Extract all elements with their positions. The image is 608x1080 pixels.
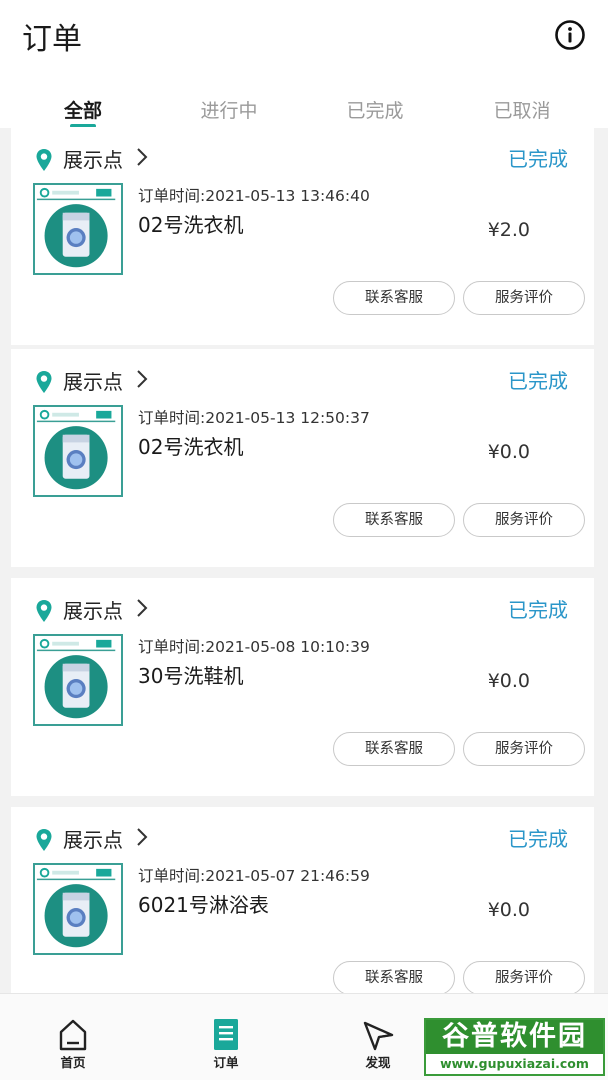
machine-name: 02号洗衣机: [138, 213, 244, 237]
machine-name: 6021号淋浴表: [138, 893, 269, 917]
nav-orders[interactable]: 订单: [176, 994, 276, 1080]
contact-service-button[interactable]: 联系客服: [333, 503, 455, 537]
rate-service-button[interactable]: 服务评价: [463, 732, 585, 766]
washing-machine-icon: [36, 866, 116, 948]
order-status: 已完成: [508, 147, 568, 171]
machine-thumbnail: [33, 183, 123, 275]
store-name[interactable]: 展示点: [63, 824, 123, 853]
site-watermark: 谷普软件园 www.gupuxiazai.com: [424, 1018, 605, 1076]
washing-machine-icon: [36, 408, 116, 490]
nav-home[interactable]: 首页: [23, 994, 123, 1080]
contact-service-button[interactable]: 联系客服: [333, 961, 455, 995]
nav-discover-label: 发现: [365, 1055, 391, 1070]
contact-service-button[interactable]: 联系客服: [333, 281, 455, 315]
tab-all-label: 全部: [63, 100, 102, 122]
watermark-title: 谷普软件园: [426, 1020, 603, 1054]
machine-thumbnail: [33, 405, 123, 497]
order-status: 已完成: [508, 598, 568, 622]
order-card[interactable]: 展示点 已完成 订单时间:2021-05-13 12:50:37 02号洗衣机 …: [11, 349, 594, 567]
washing-machine-icon: [36, 186, 116, 268]
nav-home-label: 首页: [60, 1055, 86, 1070]
store-name[interactable]: 展示点: [63, 144, 123, 173]
contact-service-button[interactable]: 联系客服: [333, 732, 455, 766]
discover-send-icon: [363, 1021, 394, 1051]
order-tabs: 全部 进行中 已完成 已取消: [0, 78, 608, 128]
nav-discover[interactable]: 发现: [328, 994, 428, 1080]
chevron-right-icon[interactable]: [135, 597, 149, 619]
order-time: 订单时间:2021-05-13 12:50:37: [138, 409, 370, 427]
chevron-right-icon[interactable]: [135, 368, 149, 390]
machine-name: 30号洗鞋机: [138, 664, 244, 688]
store-name[interactable]: 展示点: [63, 366, 123, 395]
rate-service-button[interactable]: 服务评价: [463, 281, 585, 315]
rate-service-button[interactable]: 服务评价: [463, 503, 585, 537]
location-pin-icon: [36, 600, 52, 622]
nav-orders-label: 订单: [213, 1055, 239, 1070]
machine-thumbnail: [33, 863, 123, 955]
tab-in-progress-label: 进行中: [200, 100, 258, 122]
order-time: 订单时间:2021-05-07 21:46:59: [138, 867, 370, 885]
watermark-url: www.gupuxiazai.com: [440, 1056, 589, 1071]
rate-service-button[interactable]: 服务评价: [463, 961, 585, 995]
chevron-right-icon[interactable]: [135, 826, 149, 848]
chevron-right-icon[interactable]: [135, 146, 149, 168]
app-header: 订单: [0, 0, 608, 78]
order-list-icon: [214, 1019, 238, 1050]
order-price: ¥0.0: [487, 899, 530, 921]
order-price: ¥0.0: [487, 670, 530, 692]
machine-name: 02号洗衣机: [138, 435, 244, 459]
order-time: 订单时间:2021-05-13 13:46:40: [138, 187, 370, 205]
page-title: 订单: [22, 22, 82, 57]
order-price: ¥2.0: [487, 219, 530, 241]
tab-all[interactable]: 全部: [28, 96, 138, 128]
tab-completed-label: 已完成: [346, 100, 404, 122]
order-price: ¥0.0: [487, 441, 530, 463]
tab-in-progress[interactable]: 进行中: [174, 96, 284, 123]
store-name[interactable]: 展示点: [63, 595, 123, 624]
order-status: 已完成: [508, 369, 568, 393]
order-time: 订单时间:2021-05-08 10:10:39: [138, 638, 370, 656]
order-card[interactable]: 展示点 已完成 订单时间:2021-05-08 10:10:39 30号洗鞋机 …: [11, 578, 594, 796]
tab-cancelled-label: 已取消: [493, 100, 551, 122]
tab-cancelled[interactable]: 已取消: [467, 96, 577, 123]
machine-thumbnail: [33, 634, 123, 726]
order-card[interactable]: 展示点 已完成 订单时间:2021-05-13 13:46:40 02号洗衣机 …: [11, 127, 594, 345]
order-status: 已完成: [508, 827, 568, 851]
info-icon[interactable]: [554, 19, 586, 51]
location-pin-icon: [36, 149, 52, 171]
home-icon: [59, 1019, 87, 1051]
location-pin-icon: [36, 829, 52, 851]
washing-machine-icon: [36, 637, 116, 719]
location-pin-icon: [36, 371, 52, 393]
tab-completed[interactable]: 已完成: [320, 96, 430, 123]
